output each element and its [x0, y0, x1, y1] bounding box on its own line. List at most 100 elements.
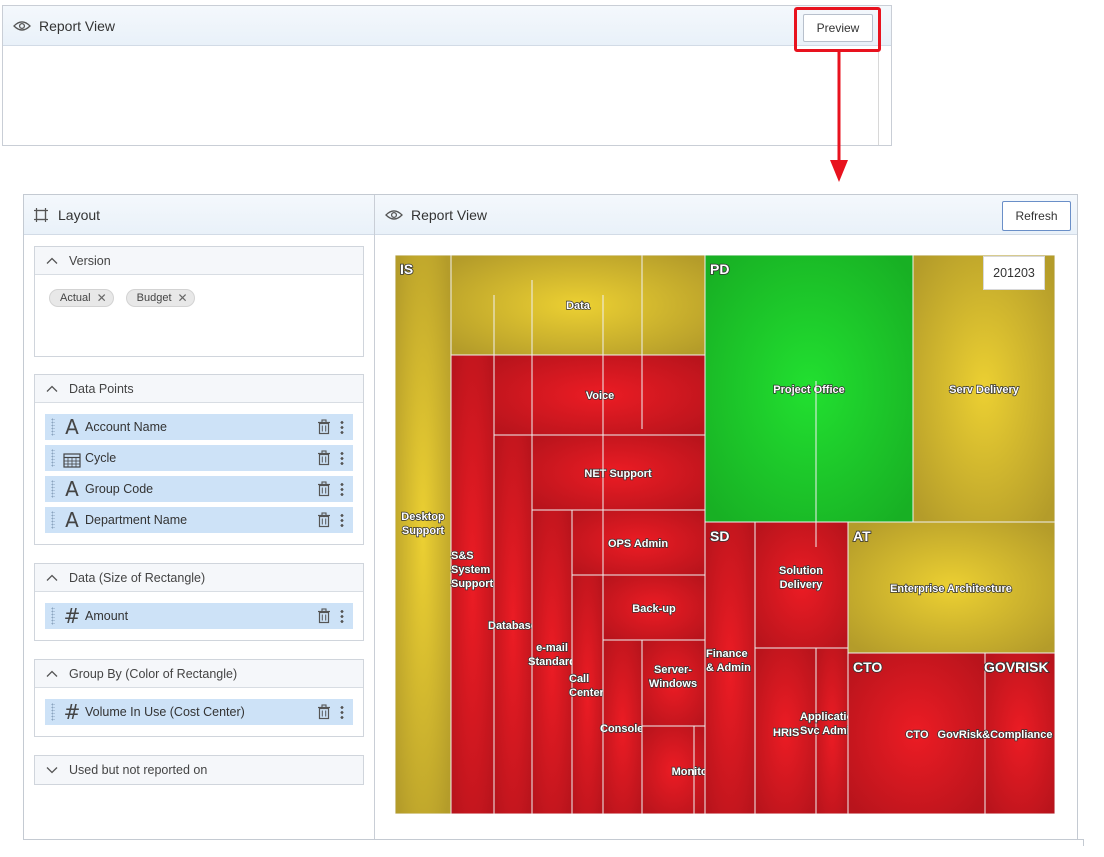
- treemap-tile-label: GovRisk&Compliance: [938, 729, 1053, 741]
- section-data-points-header[interactable]: Data Points: [35, 375, 363, 403]
- more-options-icon[interactable]: [340, 705, 344, 719]
- number-type-icon: #: [63, 604, 81, 628]
- layout-icon: [34, 207, 48, 222]
- chevron-up-icon: [46, 670, 58, 677]
- more-options-icon[interactable]: [340, 420, 344, 434]
- section-version: Version Actual ✕ Budget ✕: [34, 246, 364, 357]
- text-type-icon: A: [65, 508, 79, 532]
- section-unused-header[interactable]: Used but not reported on: [35, 756, 363, 784]
- layout-panel-header: Layout: [24, 195, 374, 235]
- chevron-up-icon: [46, 385, 58, 392]
- treemap-tile-label: HRIS: [773, 727, 799, 739]
- section-data-points: Data Points A Account Name Cycle A Group…: [34, 374, 364, 545]
- version-chip-actual: Actual ✕: [49, 289, 114, 307]
- field-amount[interactable]: # Amount: [45, 603, 353, 629]
- treemap-tile-label: Database: [488, 620, 537, 632]
- version-chip-budget: Budget ✕: [125, 289, 195, 307]
- treemap-group-label: IS: [400, 261, 413, 277]
- text-type-icon: A: [65, 477, 79, 501]
- treemap-tile-label: Back-up: [632, 603, 676, 615]
- treemap-group-label: CTO: [853, 659, 882, 675]
- red-arrow: [830, 51, 848, 182]
- treemap-group-label: AT: [853, 528, 871, 544]
- chevron-down-icon: [46, 767, 58, 774]
- treemap-group-label: GOVRISK: [984, 659, 1049, 675]
- remove-chip-icon[interactable]: ✕: [178, 291, 188, 305]
- field-cycle[interactable]: Cycle: [45, 445, 353, 471]
- layout-sections: Version Actual ✕ Budget ✕ Data Points A …: [24, 236, 374, 836]
- field-label: Department Name: [85, 513, 188, 527]
- chevron-up-icon: [46, 574, 58, 581]
- section-group-by: Group By (Color of Rectangle) # Volume I…: [34, 659, 364, 737]
- trash-icon[interactable]: [316, 512, 332, 528]
- top-report-view-header: Report View: [3, 6, 891, 46]
- field-label: Amount: [85, 609, 129, 623]
- treemap-tile-label: NET Support: [584, 468, 652, 480]
- eye-icon: [13, 20, 31, 31]
- top-report-view-title: Report View: [39, 17, 116, 34]
- section-version-label: Version: [69, 253, 111, 268]
- field-label: Volume In Use (Cost Center): [85, 705, 245, 719]
- field-account-name[interactable]: A Account Name: [45, 414, 353, 440]
- top-report-view-panel: Report View: [2, 5, 892, 146]
- section-data-size: Data (Size of Rectangle) # Amount: [34, 563, 364, 641]
- section-data-size-header[interactable]: Data (Size of Rectangle): [35, 564, 363, 592]
- treemap-tile-label: Data: [566, 300, 591, 312]
- more-options-icon[interactable]: [340, 513, 344, 527]
- field-department-name[interactable]: A Department Name: [45, 507, 353, 533]
- drag-handle-icon[interactable]: [51, 703, 55, 721]
- number-type-icon: #: [63, 700, 81, 724]
- treemap-tile-label: Enterprise Architecture: [890, 583, 1012, 595]
- section-group-by-label: Group By (Color of Rectangle): [69, 666, 238, 681]
- treemap-tile-label: Voice: [586, 390, 615, 402]
- report-view-title: Report View: [411, 206, 488, 223]
- field-volume-in-use[interactable]: # Volume In Use (Cost Center): [45, 699, 353, 725]
- treemap-tile-label: Console: [600, 723, 643, 735]
- version-chips: Actual ✕ Budget ✕: [35, 275, 363, 307]
- calendar-type-icon: [61, 448, 83, 468]
- section-unused: Used but not reported on: [34, 755, 364, 785]
- report-view-header: Report View: [375, 195, 1077, 235]
- field-group-code[interactable]: A Group Code: [45, 476, 353, 502]
- trash-icon[interactable]: [316, 608, 332, 624]
- drag-handle-icon[interactable]: [51, 480, 55, 498]
- drag-handle-icon[interactable]: [51, 607, 55, 625]
- treemap-tile-label: OPS Admin: [608, 538, 668, 550]
- chip-label: Budget: [136, 292, 172, 304]
- trash-icon[interactable]: [316, 704, 332, 720]
- treemap-chart: Desktop Support Data S&S System Support Voice D…: [395, 255, 1055, 814]
- drag-handle-icon[interactable]: [51, 449, 55, 467]
- drag-handle-icon[interactable]: [51, 418, 55, 436]
- section-unused-label: Used but not reported on: [69, 763, 208, 777]
- refresh-button[interactable]: Refresh: [1002, 201, 1071, 231]
- treemap-tile-label: Serv Delivery: [949, 384, 1020, 396]
- panel-divider[interactable]: [374, 195, 375, 839]
- treemap-tile-label: CTO: [905, 729, 928, 741]
- more-options-icon[interactable]: [340, 451, 344, 465]
- treemap-tile-label: Project Office: [773, 384, 845, 396]
- section-group-by-header[interactable]: Group By (Color of Rectangle): [35, 660, 363, 688]
- field-label: Group Code: [85, 482, 154, 496]
- treemap-group-label: PD: [710, 261, 729, 277]
- field-label: Account Name: [85, 420, 167, 434]
- period-label: 201203: [983, 256, 1045, 290]
- chip-label: Actual: [60, 292, 91, 304]
- main-container-bottom-shadow: [23, 839, 1084, 846]
- preview-button[interactable]: Preview: [803, 14, 873, 42]
- section-data-points-label: Data Points: [69, 381, 134, 396]
- field-label: Cycle: [85, 451, 117, 465]
- more-options-icon[interactable]: [340, 609, 344, 623]
- drag-handle-icon[interactable]: [51, 511, 55, 529]
- treemap-svg: Desktop SupportDataS&S System SupportVoiceD…: [395, 255, 1055, 814]
- chevron-up-icon: [46, 257, 58, 264]
- trash-icon[interactable]: [316, 450, 332, 466]
- remove-chip-icon[interactable]: ✕: [97, 291, 107, 305]
- eye-icon: [385, 209, 403, 220]
- section-data-size-label: Data (Size of Rectangle): [69, 570, 206, 585]
- trash-icon[interactable]: [316, 419, 332, 435]
- more-options-icon[interactable]: [340, 482, 344, 496]
- top-panel-scrollbar[interactable]: [878, 46, 879, 145]
- trash-icon[interactable]: [316, 481, 332, 497]
- layout-panel-title: Layout: [58, 206, 101, 223]
- section-version-header[interactable]: Version: [35, 247, 363, 275]
